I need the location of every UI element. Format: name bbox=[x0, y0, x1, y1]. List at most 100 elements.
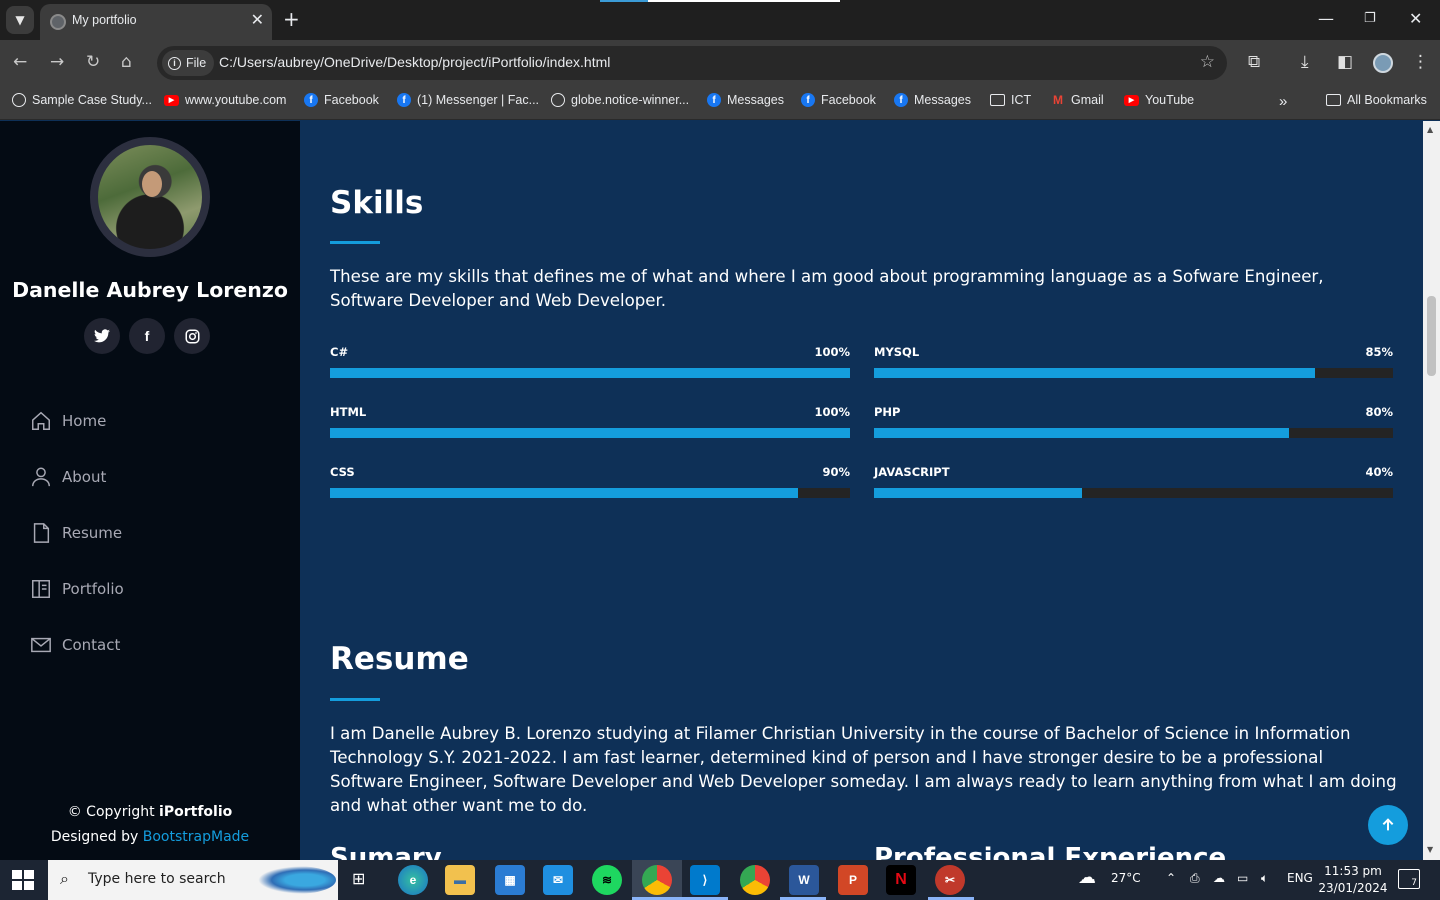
task-view-icon[interactable]: ⊞ bbox=[352, 869, 365, 888]
bookmark-label: ICT bbox=[1011, 93, 1032, 107]
bookmarks-bar: Sample Case Study... ▶ www.youtube.com fF… bbox=[0, 86, 1440, 120]
bookmark-label: Facebook bbox=[324, 93, 379, 107]
skill-item: JAVASCRIPT 40% bbox=[874, 465, 1393, 498]
nav-item-home[interactable]: Home bbox=[30, 393, 124, 449]
sidebar-nav: Home About Resume Portfolio Contact bbox=[30, 393, 124, 673]
bookmark-star-icon[interactable]: ☆ bbox=[1200, 52, 1215, 72]
menu-icon[interactable]: ⋮ bbox=[1412, 51, 1429, 73]
profile-face bbox=[142, 171, 162, 197]
edge-icon[interactable]: e bbox=[398, 865, 428, 895]
notification-center-icon[interactable]: 7 bbox=[1398, 869, 1420, 889]
bookmark-item[interactable]: M Gmail bbox=[1051, 93, 1104, 107]
bookmark-label: (1) Messenger | Fac... bbox=[417, 93, 540, 107]
language-indicator[interactable]: ENG bbox=[1287, 871, 1313, 885]
reload-button[interactable]: ↻ bbox=[86, 51, 100, 73]
site-info-chip[interactable]: i File bbox=[162, 50, 215, 76]
powerpoint-icon[interactable]: P bbox=[838, 865, 868, 895]
notification-count: 7 bbox=[1411, 878, 1417, 888]
instagram-icon[interactable] bbox=[174, 318, 210, 354]
bookmark-item[interactable]: ▶ www.youtube.com bbox=[164, 93, 286, 107]
chrome-profile-icon[interactable] bbox=[740, 865, 770, 895]
download-icon[interactable]: ⤓ bbox=[1301, 51, 1309, 73]
windows-start-icon[interactable] bbox=[12, 870, 34, 890]
chrome-icon[interactable] bbox=[642, 865, 672, 895]
spotify-icon[interactable]: ≋ bbox=[592, 865, 622, 895]
bookmark-item[interactable]: globe.notice-winner... bbox=[551, 93, 689, 107]
info-icon: i bbox=[168, 56, 181, 70]
all-bookmarks-button[interactable]: All Bookmarks bbox=[1326, 93, 1427, 107]
nav-item-about[interactable]: About bbox=[30, 449, 124, 505]
extensions-icon[interactable]: ⧉ bbox=[1248, 51, 1260, 73]
bookmark-item[interactable]: f Messages bbox=[707, 93, 784, 107]
nav-item-portfolio[interactable]: Portfolio bbox=[30, 561, 124, 617]
sidebar: Danelle Aubrey Lorenzo f Home About Resu… bbox=[0, 121, 300, 860]
nav-item-resume[interactable]: Resume bbox=[30, 505, 124, 561]
snipping-tool-icon[interactable]: ✂ bbox=[935, 865, 965, 895]
close-window-button[interactable]: ✕ bbox=[1409, 8, 1422, 30]
new-tab-button[interactable]: + bbox=[283, 8, 300, 30]
summary-title: Sumary bbox=[330, 843, 442, 860]
word-icon[interactable]: W bbox=[789, 865, 819, 895]
back-button[interactable]: ← bbox=[13, 51, 27, 73]
side-panel-icon[interactable]: ◧ bbox=[1337, 51, 1353, 73]
youtube-icon: ▶ bbox=[1124, 94, 1139, 106]
bookmark-item[interactable]: Sample Case Study... bbox=[12, 93, 152, 107]
volume-icon[interactable]: 🔈︎ bbox=[1261, 871, 1268, 886]
facebook-icon: f bbox=[304, 93, 318, 107]
file-explorer-icon[interactable]: ▬ bbox=[445, 865, 475, 895]
loading-indicator-accent bbox=[600, 0, 648, 2]
credits-line: Designed by BootstrapMade bbox=[0, 825, 300, 850]
system-clock[interactable]: 11:53 pm 23/01/2024 bbox=[1318, 863, 1388, 897]
taskbar-search[interactable]: ⌕ Type here to search bbox=[48, 860, 338, 900]
twitter-icon[interactable] bbox=[84, 318, 120, 354]
page-scrollbar[interactable]: ▲ ▼ bbox=[1423, 121, 1440, 860]
skill-name: MYSQL bbox=[874, 345, 920, 359]
minimize-button[interactable]: — bbox=[1318, 8, 1334, 30]
store-icon[interactable]: ▦ bbox=[495, 865, 525, 895]
scrollbar-thumb[interactable] bbox=[1427, 296, 1436, 376]
nav-item-contact[interactable]: Contact bbox=[30, 617, 124, 673]
address-bar[interactable]: i File C:/Users/aubrey/OneDrive/Desktop/… bbox=[157, 46, 1227, 80]
tab-search-button[interactable]: ▼ bbox=[6, 6, 34, 34]
bookmark-item[interactable]: f Facebook bbox=[801, 93, 876, 107]
onedrive-cloud-icon[interactable]: ☁ bbox=[1213, 871, 1225, 885]
tab-my-portfolio[interactable]: My portfolio ✕ bbox=[40, 4, 272, 40]
designer-link[interactable]: BootstrapMade bbox=[143, 829, 249, 845]
bookmark-item[interactable]: ICT bbox=[990, 93, 1031, 107]
mail-icon[interactable]: ✉ bbox=[543, 865, 573, 895]
network-icon[interactable]: ▭ bbox=[1237, 871, 1248, 885]
bookmark-item[interactable]: ▶ YouTube bbox=[1124, 93, 1194, 107]
home-button[interactable]: ⌂ bbox=[121, 51, 132, 73]
globe-icon bbox=[551, 93, 565, 107]
weather-temp[interactable]: 27°C bbox=[1111, 871, 1141, 885]
profile-avatar[interactable] bbox=[1373, 53, 1393, 73]
weather-cloud-icon[interactable]: ☁ bbox=[1078, 867, 1096, 888]
more-bookmarks-icon[interactable]: » bbox=[1279, 93, 1287, 110]
close-tab-icon[interactable]: ✕ bbox=[251, 10, 264, 30]
forward-button[interactable]: → bbox=[50, 51, 64, 73]
facebook-icon: f bbox=[397, 93, 411, 107]
scroll-up-arrow-icon[interactable]: ▲ bbox=[1427, 125, 1433, 134]
brand-name: iPortfolio bbox=[159, 804, 233, 820]
restore-button[interactable]: ❐ bbox=[1364, 8, 1376, 30]
show-hidden-icons-icon[interactable]: ⌃ bbox=[1166, 871, 1176, 885]
sidebar-footer: © Copyright iPortfolio Designed by Boots… bbox=[0, 800, 300, 850]
bookmark-item[interactable]: f Messages bbox=[894, 93, 971, 107]
scroll-down-arrow-icon[interactable]: ▼ bbox=[1427, 845, 1433, 854]
url-text[interactable]: C:/Users/aubrey/OneDrive/Desktop/project… bbox=[219, 54, 610, 70]
skill-item: HTML 100% bbox=[330, 405, 850, 438]
skill-name: C# bbox=[330, 345, 349, 359]
skill-progress-track bbox=[874, 368, 1393, 378]
netflix-icon[interactable]: N bbox=[886, 865, 916, 895]
meet-now-icon[interactable]: ⎙ bbox=[1190, 871, 1200, 886]
skill-percent: 85% bbox=[1365, 345, 1393, 359]
facebook-icon[interactable]: f bbox=[129, 318, 165, 354]
bookmark-item[interactable]: f Facebook bbox=[304, 93, 379, 107]
nav-label: Home bbox=[62, 412, 107, 430]
back-to-top-button[interactable] bbox=[1368, 805, 1408, 845]
vscode-icon[interactable]: ⟩ bbox=[690, 865, 720, 895]
skill-item: CSS 90% bbox=[330, 465, 850, 498]
skills-title: Skills bbox=[330, 185, 424, 221]
bookmark-item[interactable]: f (1) Messenger | Fac... bbox=[397, 93, 539, 107]
folder-icon bbox=[1326, 94, 1341, 106]
